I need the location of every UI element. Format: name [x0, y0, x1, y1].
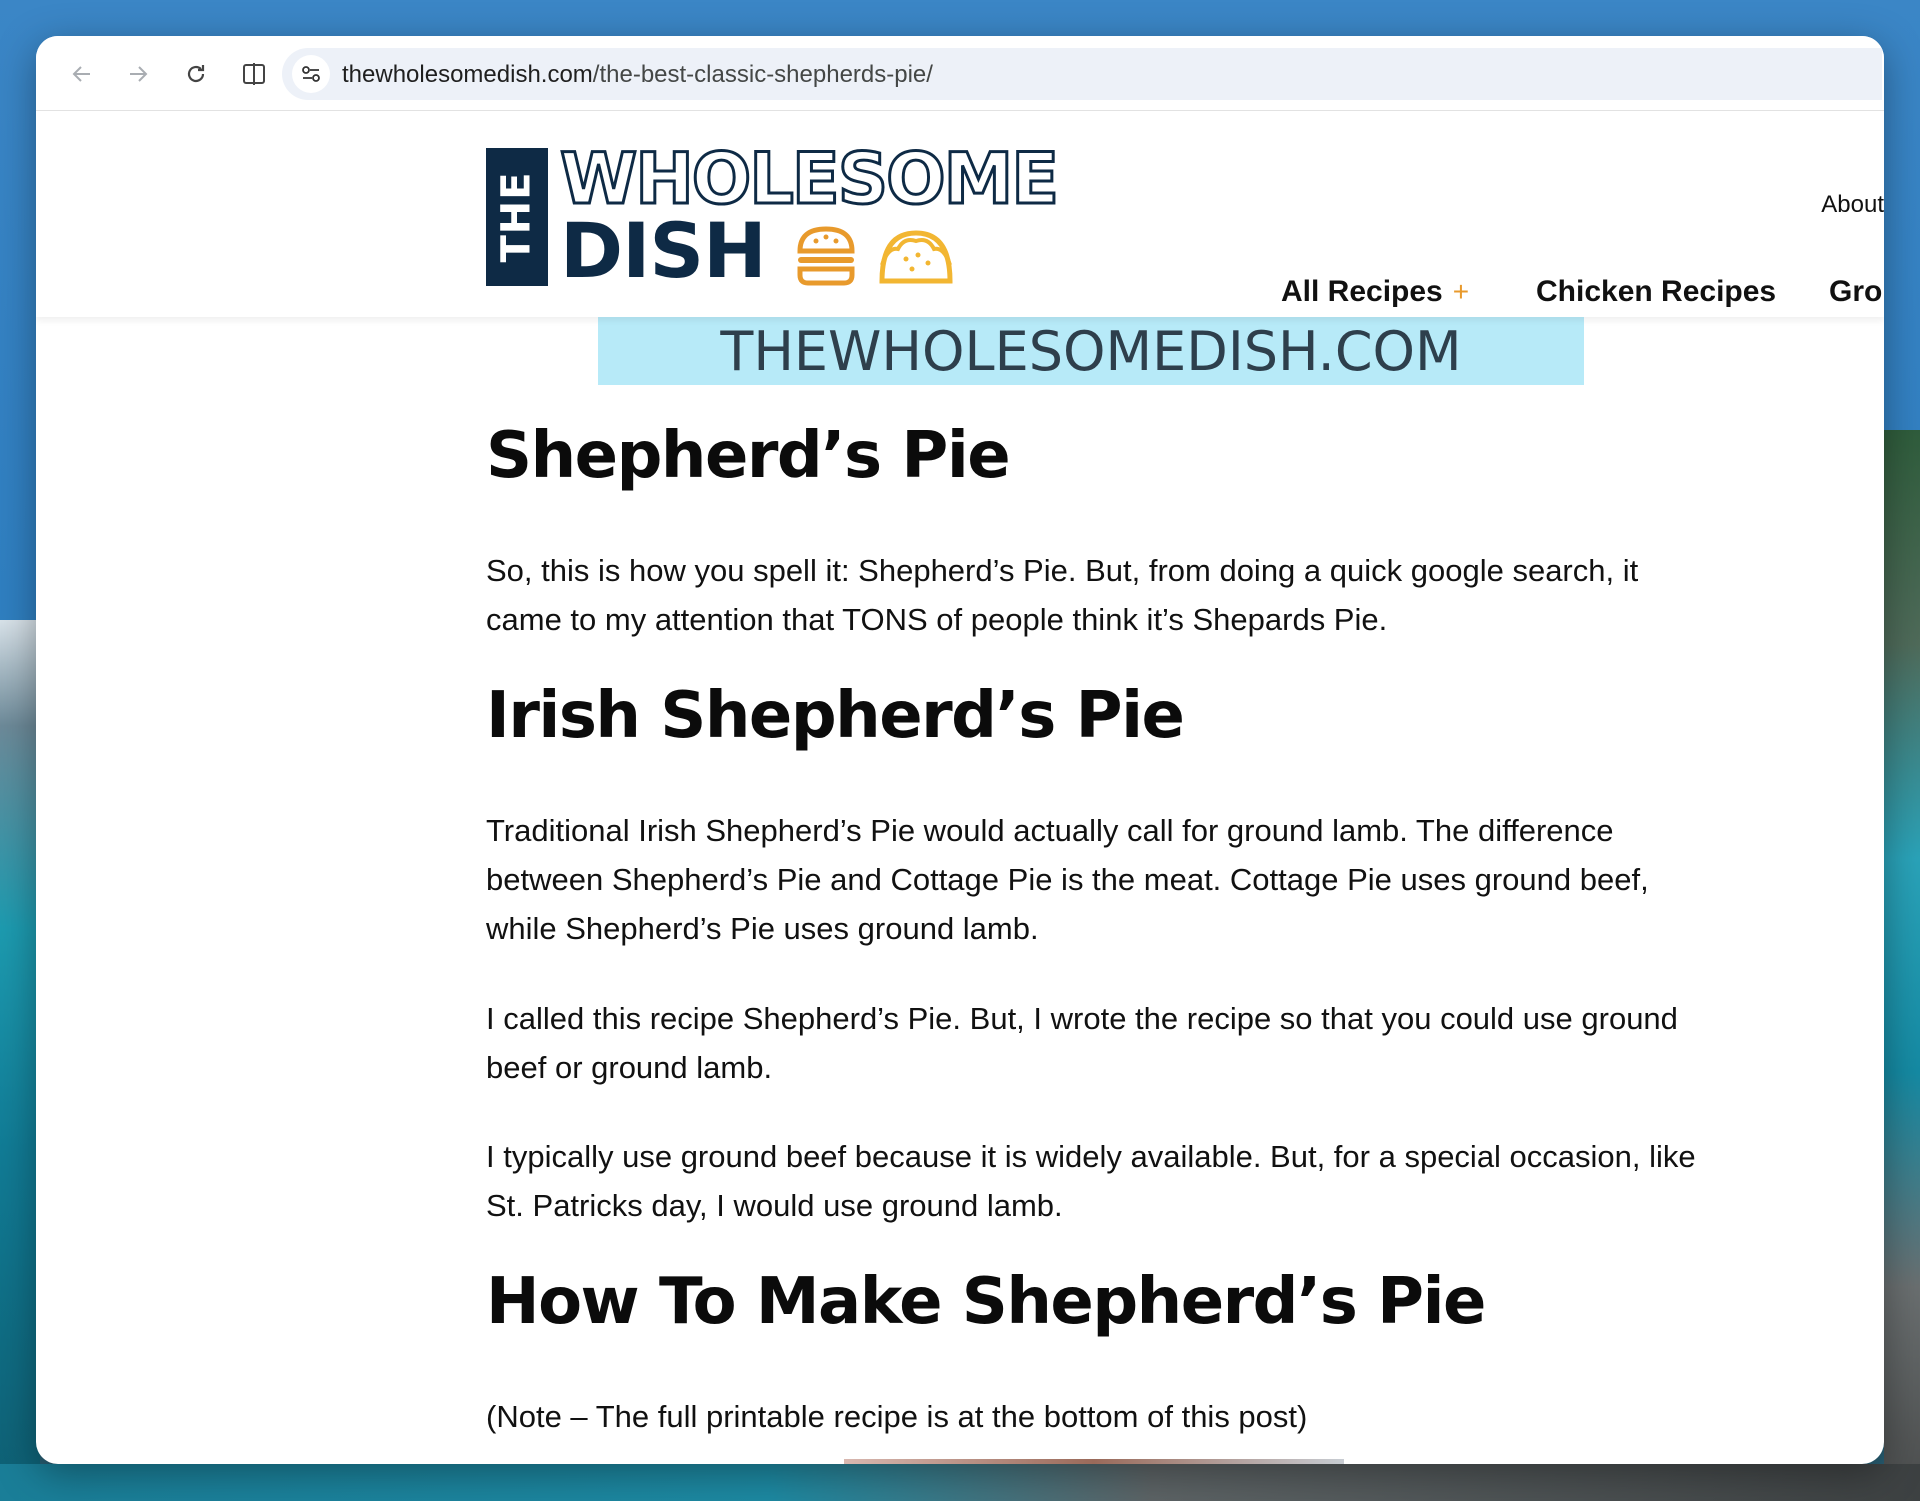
desktop-wallpaper-left: [0, 620, 40, 1501]
url-host: thewholesomedish.com: [342, 61, 593, 88]
submenu-plus-icon[interactable]: +: [1453, 276, 1469, 307]
paragraph-note: (Note – The full printable recipe is at …: [486, 1399, 1308, 1434]
taco-icon: [879, 230, 953, 284]
site-logo[interactable]: THE WHOLESOME DISH: [486, 138, 1061, 295]
split-view-icon: [243, 63, 265, 85]
reload-icon: [187, 65, 205, 83]
logo-the-block: THE: [486, 148, 548, 286]
paragraph-typical-use: I typically use ground beef because it i…: [486, 1139, 1696, 1223]
nav-ground-recipes[interactable]: Groun: [1829, 275, 1884, 309]
logo-dish-text: DISH: [560, 206, 767, 295]
forward-button[interactable]: [118, 54, 158, 94]
nav-all-recipes-label: All Recipes: [1281, 275, 1443, 308]
desktop-wallpaper-bottom: [0, 1464, 1920, 1501]
heading-irish-shepherds-pie: Irish Shepherd’s Pie: [486, 679, 1185, 753]
arrow-right-icon: [130, 66, 148, 82]
heading-how-to-make: How To Make Shepherd’s Pie: [486, 1265, 1486, 1339]
site-header: THE WHOLESOME DISH About All Recipes + C…: [36, 111, 1884, 317]
url-path: /the-best-classic-shepherds-pie/: [592, 61, 933, 88]
browser-window: thewholesomedish.com/the-best-classic-sh…: [36, 36, 1884, 1464]
nav-all-recipes[interactable]: All Recipes +: [1281, 275, 1469, 309]
about-link[interactable]: About: [1821, 191, 1884, 219]
paragraph-spelling: So, this is how you spell it: Shepherd’s…: [486, 553, 1639, 637]
tune-icon: [302, 66, 320, 82]
nav-chicken-recipes[interactable]: Chicken Recipes: [1536, 275, 1776, 309]
url-text[interactable]: thewholesomedish.com/the-best-classic-sh…: [342, 61, 933, 89]
arrow-left-icon: [72, 66, 90, 82]
browser-toolbar: thewholesomedish.com/the-best-classic-sh…: [36, 36, 1884, 111]
heading-shepherds-pie: Shepherd’s Pie: [486, 419, 1011, 493]
ad-banner[interactable]: THEWHOLESOMEDISH.COM: [598, 317, 1584, 385]
address-bar[interactable]: thewholesomedish.com/the-best-classic-sh…: [282, 48, 1882, 100]
ad-banner-text: THEWHOLESOMEDISH.COM: [720, 319, 1462, 383]
burger-icon: [797, 226, 855, 286]
back-button[interactable]: [62, 54, 102, 94]
desktop-wallpaper-right: [1884, 430, 1920, 1501]
split-view-button[interactable]: [234, 54, 274, 94]
logo-the-text: THE: [494, 171, 540, 263]
reload-button[interactable]: [176, 54, 216, 94]
site-info-button[interactable]: [292, 55, 330, 93]
paragraph-traditional: Traditional Irish Shepherd’s Pie would a…: [486, 813, 1649, 946]
paragraph-recipe-choice: I called this recipe Shepherd’s Pie. But…: [486, 1001, 1678, 1085]
article-image-peek: [844, 1459, 1344, 1464]
